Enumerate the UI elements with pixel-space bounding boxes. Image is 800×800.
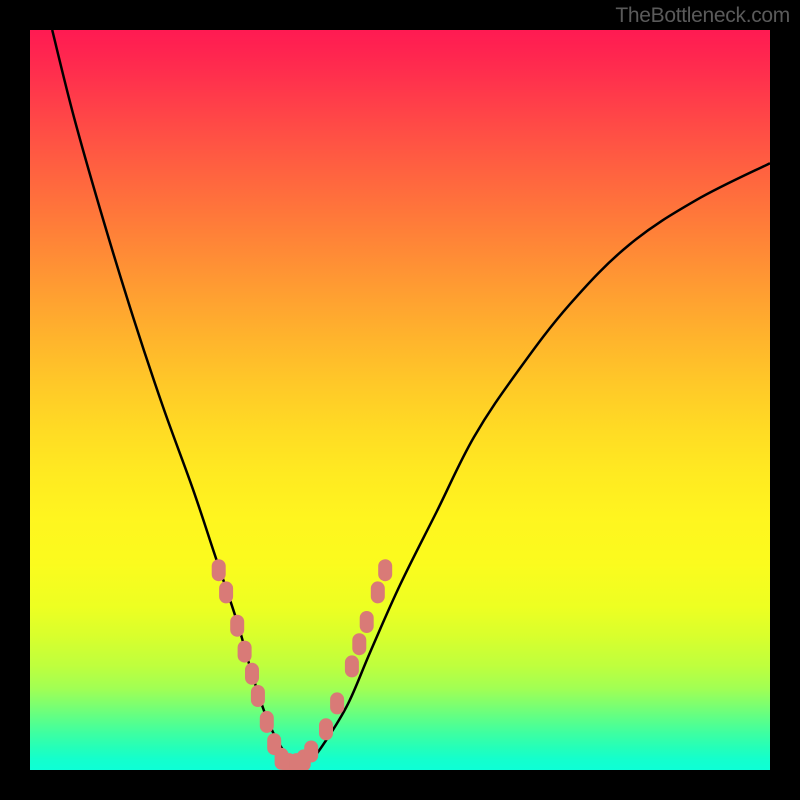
data-point (219, 581, 233, 603)
data-point (230, 615, 244, 637)
data-point (304, 741, 318, 763)
data-point (251, 685, 265, 707)
data-point (345, 655, 359, 677)
data-point (319, 718, 333, 740)
data-point (378, 559, 392, 581)
data-point (245, 663, 259, 685)
data-point (371, 581, 385, 603)
watermark-text: TheBottleneck.com (615, 4, 790, 28)
data-point (212, 559, 226, 581)
data-point (238, 641, 252, 663)
chart-svg (30, 30, 770, 770)
data-point (352, 633, 366, 655)
plot-area (30, 30, 770, 770)
bottleneck-curve (52, 30, 770, 763)
data-point (360, 611, 374, 633)
data-point (260, 711, 274, 733)
data-point (330, 692, 344, 714)
